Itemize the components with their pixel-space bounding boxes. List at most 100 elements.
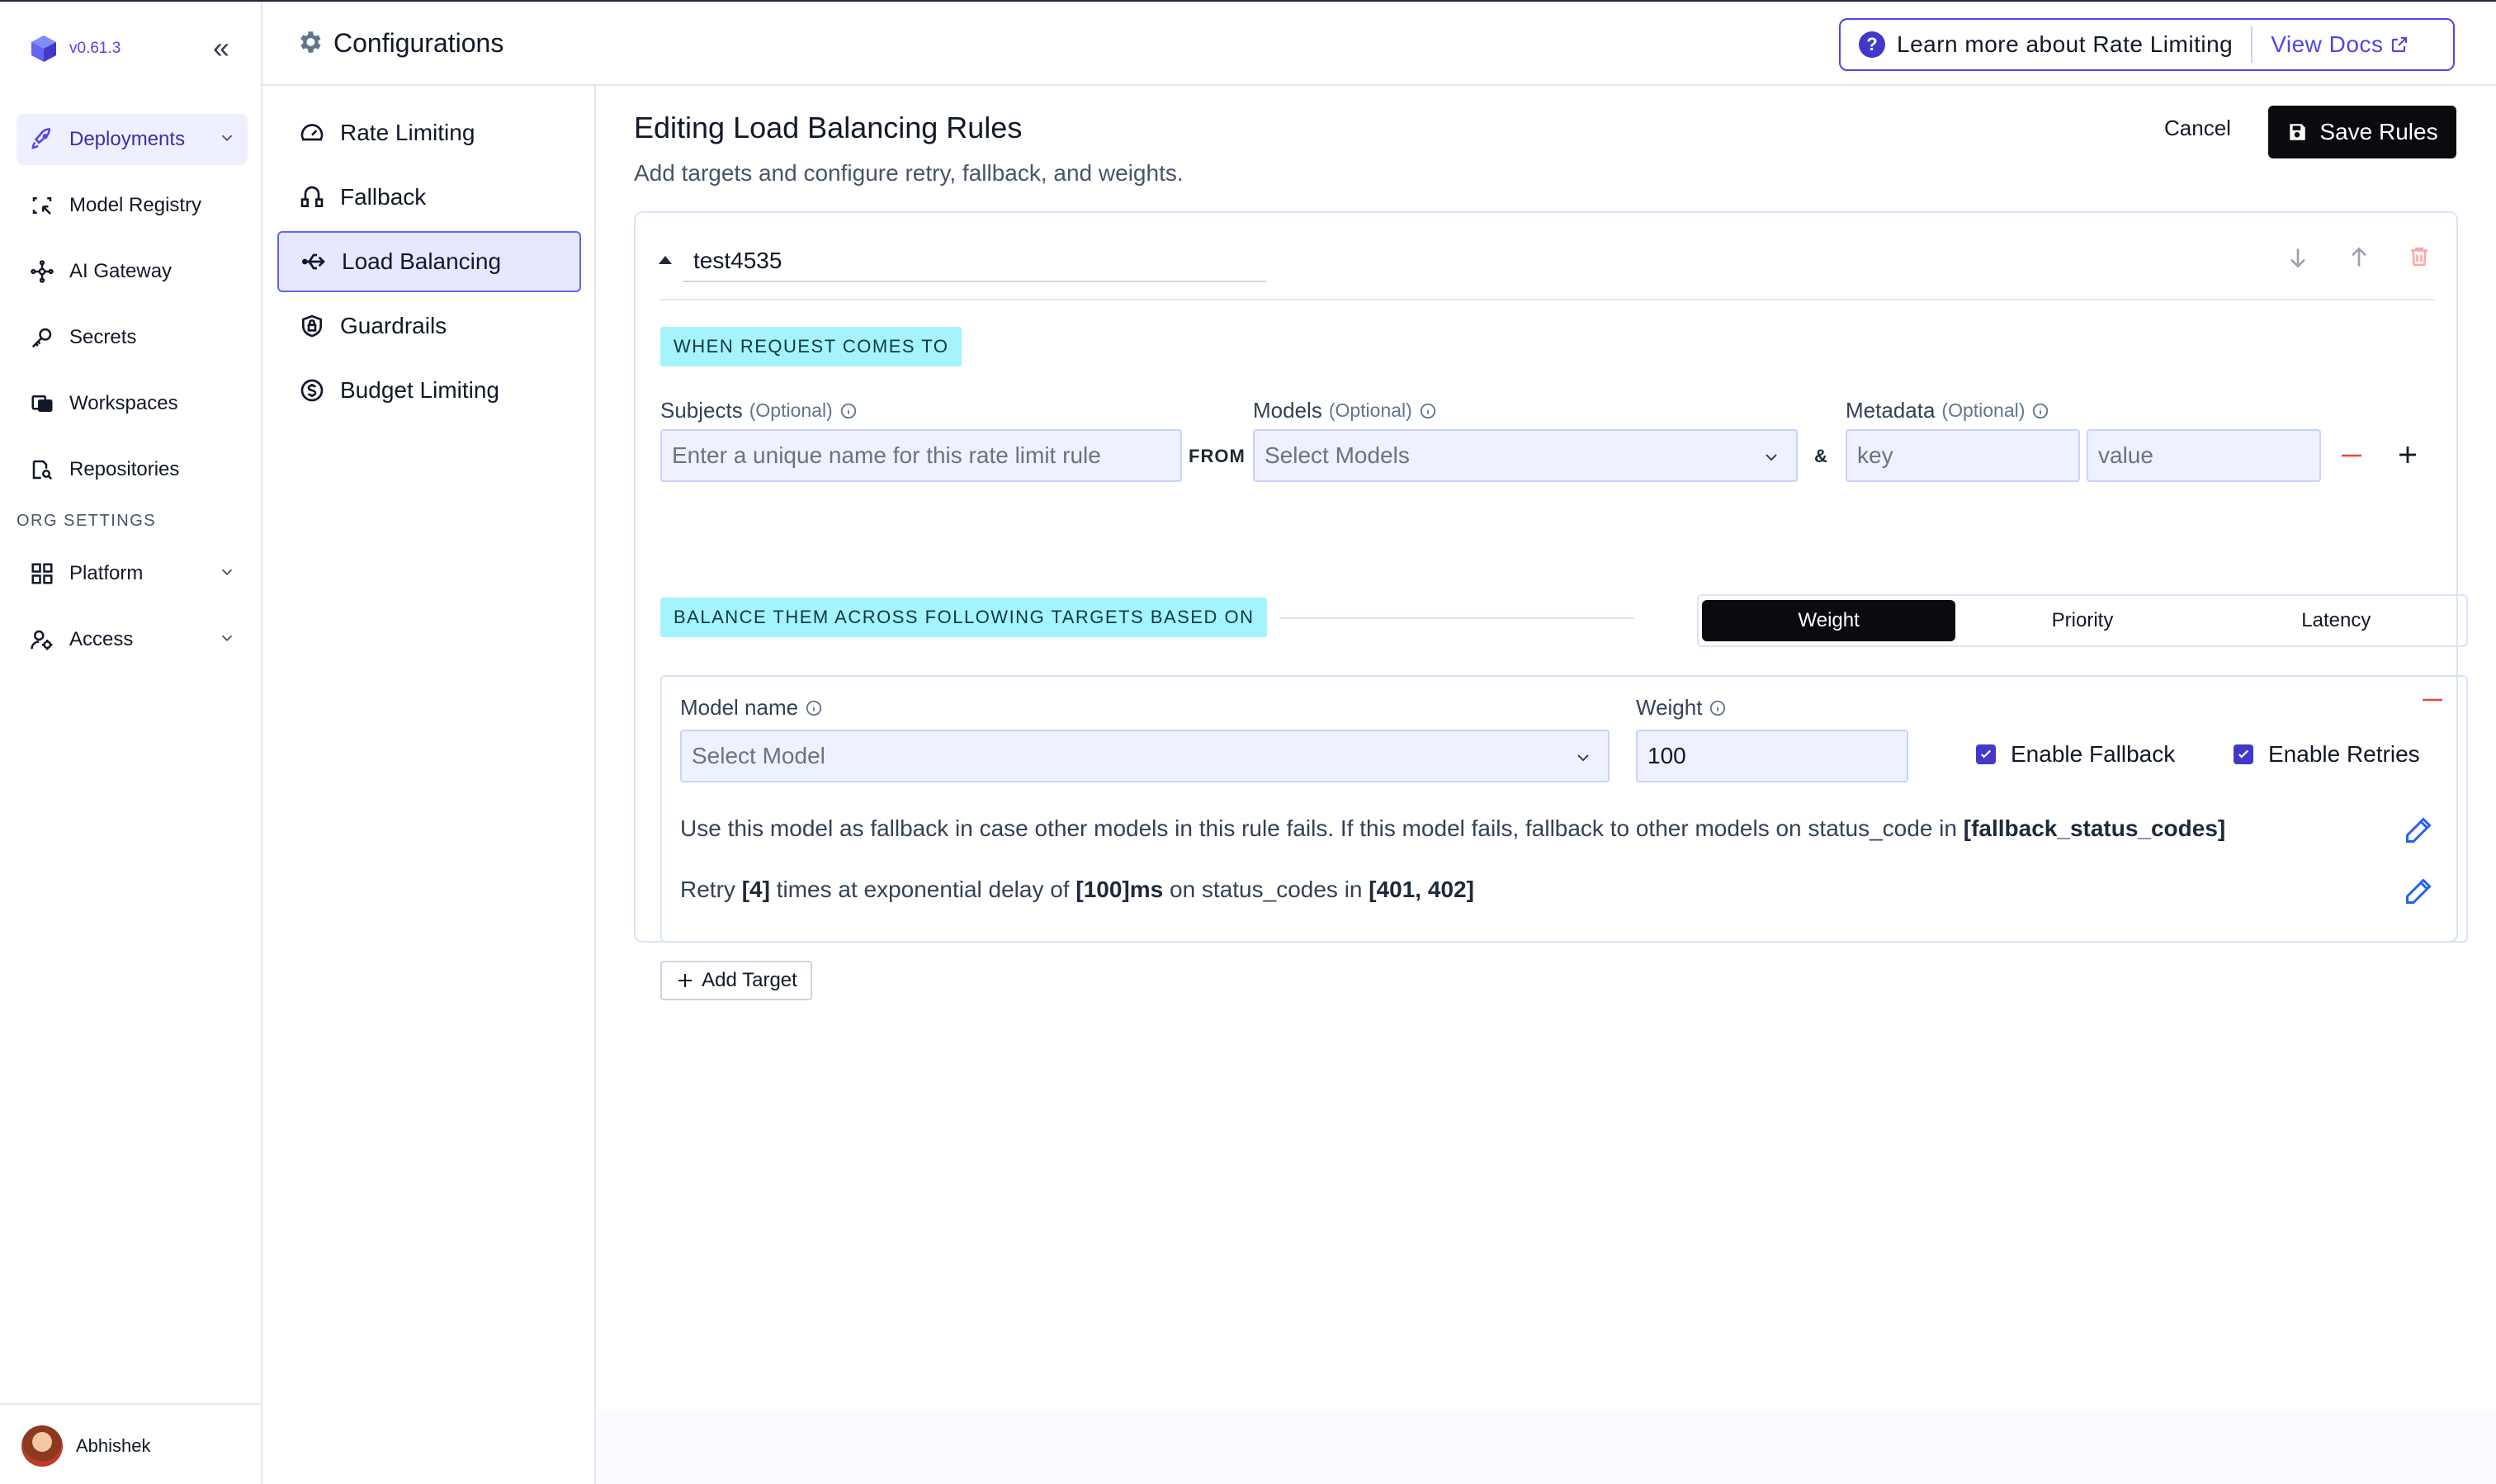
- strategy-weight[interactable]: Weight: [1702, 600, 1956, 641]
- app-version: v0.61.3: [69, 40, 121, 57]
- page-title: Configurations: [333, 28, 504, 58]
- gateway-icon: [28, 258, 56, 286]
- delete-icon[interactable]: [2407, 244, 2432, 269]
- workspaces-icon: [28, 390, 56, 418]
- info-icon[interactable]: [839, 402, 858, 420]
- sidebar-item-ai-gateway[interactable]: AI Gateway: [17, 246, 248, 297]
- model-name-label: Model name: [680, 695, 823, 721]
- chevron-down-icon: [1766, 454, 1777, 461]
- info-icon[interactable]: [1419, 402, 1437, 420]
- repositories-icon: [28, 456, 56, 484]
- chevron-down-icon[interactable]: [218, 629, 236, 647]
- load-balancing-icon: [299, 247, 329, 276]
- weight-label: Weight: [1636, 695, 1727, 721]
- gauge-icon: [297, 118, 327, 148]
- config-item-budget-limiting[interactable]: Budget Limiting: [277, 360, 581, 421]
- rule-name-input[interactable]: test4535: [683, 236, 1266, 282]
- sidebar-item-workspaces[interactable]: Workspaces: [17, 378, 248, 429]
- editor-subtitle: Add targets and configure retry, fallbac…: [634, 160, 1184, 186]
- enable-retries-checkbox[interactable]: Enable Retries: [2234, 741, 2420, 768]
- models-select[interactable]: Select Models: [1253, 429, 1798, 482]
- save-icon: [2290, 124, 2306, 140]
- main-content: Editing Load Balancing Rules Add targets…: [596, 86, 2496, 1484]
- config-item-guardrails[interactable]: Guardrails: [277, 295, 581, 357]
- subjects-input[interactable]: Enter a unique name for this rate limit …: [660, 429, 1182, 482]
- subjects-label: Subjects (Optional): [660, 398, 858, 423]
- external-link-icon[interactable]: [2390, 35, 2409, 54]
- balance-targets-chip: BALANCE THEM ACROSS FOLLOWING TARGETS BA…: [660, 598, 1268, 637]
- avatar[interactable]: [21, 1425, 63, 1467]
- user-name[interactable]: Abhishek: [76, 1435, 151, 1457]
- strategy-priority[interactable]: Priority: [1955, 600, 2209, 641]
- chevron-down-icon: [1577, 754, 1589, 762]
- add-metadata-icon[interactable]: [2395, 442, 2420, 467]
- config-item-label: Budget Limiting: [340, 377, 500, 403]
- shield-lock-icon: [297, 311, 327, 341]
- weight-input[interactable]: 100: [1636, 730, 1908, 782]
- org-settings-heading: ORG SETTINGS: [17, 512, 157, 530]
- sidebar-item-repositories[interactable]: Repositories: [17, 444, 248, 495]
- when-request-chip: WHEN REQUEST COMES TO: [660, 327, 962, 366]
- add-target-button[interactable]: Add Target: [660, 961, 812, 1000]
- config-item-label: Load Balancing: [342, 248, 502, 274]
- editor-title: Editing Load Balancing Rules: [634, 111, 1023, 144]
- remove-metadata-icon[interactable]: [2339, 446, 2364, 466]
- metadata-value-input[interactable]: value: [2087, 429, 2321, 482]
- collapse-rule-icon[interactable]: [659, 256, 672, 264]
- edit-fallback-icon[interactable]: [2404, 815, 2433, 845]
- plus-icon: [678, 974, 693, 987]
- checkbox-checked-icon[interactable]: [1976, 744, 1996, 764]
- save-rules-button[interactable]: Save Rules: [2268, 106, 2456, 158]
- save-rules-label: Save Rules: [2319, 119, 2438, 144]
- info-icon[interactable]: [805, 699, 823, 717]
- rule-card: test4535 WHEN REQUEST COMES TO Subjects …: [634, 211, 2468, 1000]
- sidebar-item-label: Repositories: [69, 458, 180, 480]
- metadata-key-input[interactable]: key: [1846, 429, 2080, 482]
- config-item-fallback[interactable]: Fallback: [277, 167, 581, 228]
- model-select[interactable]: Select Model: [680, 730, 1610, 782]
- view-docs-link[interactable]: View Docs: [2271, 31, 2383, 58]
- key-icon: [28, 324, 56, 352]
- access-icon: [28, 626, 56, 654]
- config-item-load-balancing[interactable]: Load Balancing: [277, 231, 581, 292]
- move-down-icon[interactable]: [2285, 244, 2311, 271]
- info-icon[interactable]: [1709, 699, 1727, 717]
- platform-icon: [28, 560, 56, 588]
- chevron-down-icon[interactable]: [218, 129, 236, 147]
- sidebar-item-model-registry[interactable]: Model Registry: [17, 180, 248, 231]
- checkbox-checked-icon[interactable]: [2234, 744, 2253, 764]
- target-card: Model name Select Model Weight 100 Enabl…: [660, 675, 2468, 943]
- logo-icon[interactable]: [28, 33, 59, 64]
- strategy-latency[interactable]: Latency: [2210, 600, 2463, 641]
- fallback-description: Use this model as fallback in case other…: [680, 815, 2226, 841]
- sidebar-item-label: Deployments: [69, 128, 186, 150]
- sidebar-item-secrets[interactable]: Secrets: [17, 312, 248, 363]
- cancel-button[interactable]: Cancel: [2164, 116, 2231, 141]
- rule-actions: [2285, 244, 2432, 271]
- sidebar-item-platform[interactable]: Platform: [17, 548, 248, 599]
- sidebar-item-label: Access: [69, 628, 134, 650]
- info-icon[interactable]: [2031, 402, 2049, 420]
- sidebar-item-label: Workspaces: [69, 392, 178, 414]
- enable-fallback-checkbox[interactable]: Enable Fallback: [1976, 741, 2175, 768]
- model-registry-icon: [28, 191, 56, 220]
- learn-more-text: Learn more about Rate Limiting: [1897, 31, 2234, 57]
- edit-retry-icon[interactable]: [2404, 877, 2433, 906]
- metadata-label: Metadata (Optional): [1846, 398, 2049, 423]
- sidebar-item-deployments[interactable]: Deployments: [17, 114, 248, 165]
- from-label: FROM: [1189, 446, 1246, 466]
- sidebar-item-label: Secrets: [69, 326, 137, 348]
- dollar-icon: [297, 376, 327, 405]
- models-label: Models (Optional): [1253, 398, 1437, 423]
- config-item-rate-limiting[interactable]: Rate Limiting: [277, 102, 581, 163]
- chevron-down-icon[interactable]: [218, 563, 236, 581]
- gear-icon: [300, 31, 321, 53]
- strategy-toggle: Weight Priority Latency: [1697, 594, 2468, 647]
- sidebar-item-access[interactable]: Access: [17, 614, 248, 665]
- move-up-icon[interactable]: [2346, 244, 2372, 271]
- sidebar-item-label: Platform: [69, 562, 144, 584]
- collapse-sidebar-icon[interactable]: «: [213, 31, 229, 64]
- fallback-icon: [297, 182, 327, 212]
- app-sidebar: v0.61.3 « Deployments Model Registry AI …: [0, 2, 262, 1484]
- remove-target-icon[interactable]: [2420, 692, 2445, 708]
